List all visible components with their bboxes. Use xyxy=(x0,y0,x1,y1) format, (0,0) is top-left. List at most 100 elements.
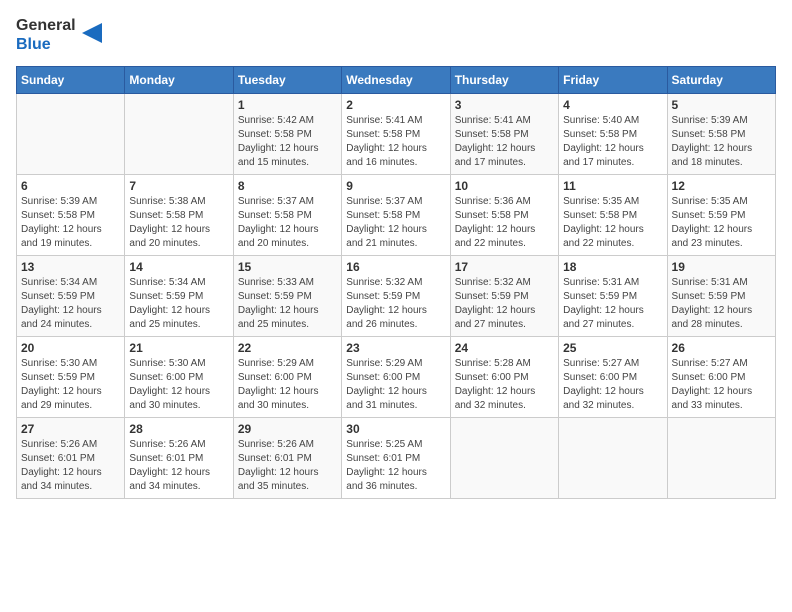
day-info: Sunrise: 5:42 AM Sunset: 5:58 PM Dayligh… xyxy=(238,114,337,170)
calendar-cell: 23 Sunrise: 5:29 AM Sunset: 6:00 PM Dayli… xyxy=(342,337,450,418)
day-info: Sunrise: 5:30 AM Sunset: 6:00 PM Dayligh… xyxy=(129,357,228,413)
day-number: 5 xyxy=(672,98,771,112)
day-number: 2 xyxy=(346,98,445,112)
day-info: Sunrise: 5:34 AM Sunset: 5:59 PM Dayligh… xyxy=(129,276,228,332)
calendar-cell xyxy=(450,418,558,499)
calendar-cell xyxy=(125,94,233,175)
day-info: Sunrise: 5:40 AM Sunset: 5:58 PM Dayligh… xyxy=(563,114,662,170)
page-header: General Blue xyxy=(16,16,776,54)
day-number: 6 xyxy=(21,179,120,193)
week-row-4: 20 Sunrise: 5:30 AM Sunset: 5:59 PM Dayli… xyxy=(17,337,776,418)
calendar-cell: 18 Sunrise: 5:31 AM Sunset: 5:59 PM Dayli… xyxy=(559,256,667,337)
day-number: 11 xyxy=(563,179,662,193)
calendar-cell: 4 Sunrise: 5:40 AM Sunset: 5:58 PM Daylig… xyxy=(559,94,667,175)
day-number: 4 xyxy=(563,98,662,112)
day-info: Sunrise: 5:41 AM Sunset: 5:58 PM Dayligh… xyxy=(346,114,445,170)
calendar-cell: 30Sunrise: 5:25 AM Sunset: 6:01 PM Dayli… xyxy=(342,418,450,499)
week-row-2: 6 Sunrise: 5:39 AM Sunset: 5:58 PM Daylig… xyxy=(17,175,776,256)
day-number: 26 xyxy=(672,341,771,355)
day-info: Sunrise: 5:26 AM Sunset: 6:01 PM Dayligh… xyxy=(21,438,120,494)
logo-arrow-icon xyxy=(82,23,102,43)
day-number: 3 xyxy=(455,98,554,112)
calendar-cell: 16Sunrise: 5:32 AM Sunset: 5:59 PM Dayli… xyxy=(342,256,450,337)
calendar-cell xyxy=(667,418,775,499)
calendar-cell: 24 Sunrise: 5:28 AM Sunset: 6:00 PM Dayli… xyxy=(450,337,558,418)
week-row-1: 1 Sunrise: 5:42 AM Sunset: 5:58 PM Daylig… xyxy=(17,94,776,175)
calendar-table: SundayMondayTuesdayWednesdayThursdayFrid… xyxy=(16,66,776,499)
day-number: 24 xyxy=(455,341,554,355)
calendar-cell: 13 Sunrise: 5:34 AM Sunset: 5:59 PM Dayli… xyxy=(17,256,125,337)
day-info: Sunrise: 5:38 AM Sunset: 5:58 PM Dayligh… xyxy=(129,195,228,251)
calendar-cell: 11 Sunrise: 5:35 AM Sunset: 5:58 PM Dayli… xyxy=(559,175,667,256)
day-number: 27 xyxy=(21,422,120,436)
calendar-cell: 21 Sunrise: 5:30 AM Sunset: 6:00 PM Dayli… xyxy=(125,337,233,418)
weekday-saturday: Saturday xyxy=(667,67,775,94)
day-info: Sunrise: 5:36 AM Sunset: 5:58 PM Dayligh… xyxy=(455,195,554,251)
calendar-cell: 6 Sunrise: 5:39 AM Sunset: 5:58 PM Daylig… xyxy=(17,175,125,256)
day-info: Sunrise: 5:27 AM Sunset: 6:00 PM Dayligh… xyxy=(672,357,771,413)
day-number: 14 xyxy=(129,260,228,274)
day-number: 21 xyxy=(129,341,228,355)
calendar-cell: 7 Sunrise: 5:38 AM Sunset: 5:58 PM Daylig… xyxy=(125,175,233,256)
calendar-cell: 28 Sunrise: 5:26 AM Sunset: 6:01 PM Dayli… xyxy=(125,418,233,499)
day-info: Sunrise: 5:33 AM Sunset: 5:59 PM Dayligh… xyxy=(238,276,337,332)
calendar-cell: 17 Sunrise: 5:32 AM Sunset: 5:59 PM Dayli… xyxy=(450,256,558,337)
day-number: 1 xyxy=(238,98,337,112)
day-info: Sunrise: 5:39 AM Sunset: 5:58 PM Dayligh… xyxy=(672,114,771,170)
day-info: Sunrise: 5:37 AM Sunset: 5:58 PM Dayligh… xyxy=(238,195,337,251)
calendar-cell: 22Sunrise: 5:29 AM Sunset: 6:00 PM Dayli… xyxy=(233,337,341,418)
calendar-cell: 19 Sunrise: 5:31 AM Sunset: 5:59 PM Dayli… xyxy=(667,256,775,337)
day-number: 28 xyxy=(129,422,228,436)
day-number: 25 xyxy=(563,341,662,355)
day-info: Sunrise: 5:29 AM Sunset: 6:00 PM Dayligh… xyxy=(238,357,337,413)
calendar-cell: 14 Sunrise: 5:34 AM Sunset: 5:59 PM Dayli… xyxy=(125,256,233,337)
calendar-cell: 3 Sunrise: 5:41 AM Sunset: 5:58 PM Daylig… xyxy=(450,94,558,175)
day-info: Sunrise: 5:27 AM Sunset: 6:00 PM Dayligh… xyxy=(563,357,662,413)
calendar-cell: 20 Sunrise: 5:30 AM Sunset: 5:59 PM Dayli… xyxy=(17,337,125,418)
calendar-cell: 15 Sunrise: 5:33 AM Sunset: 5:59 PM Dayli… xyxy=(233,256,341,337)
calendar-cell: 5 Sunrise: 5:39 AM Sunset: 5:58 PM Daylig… xyxy=(667,94,775,175)
day-info: Sunrise: 5:34 AM Sunset: 5:59 PM Dayligh… xyxy=(21,276,120,332)
calendar-cell xyxy=(17,94,125,175)
day-info: Sunrise: 5:35 AM Sunset: 5:59 PM Dayligh… xyxy=(672,195,771,251)
day-number: 7 xyxy=(129,179,228,193)
day-info: Sunrise: 5:26 AM Sunset: 6:01 PM Dayligh… xyxy=(129,438,228,494)
day-number: 17 xyxy=(455,260,554,274)
day-number: 8 xyxy=(238,179,337,193)
day-info: Sunrise: 5:39 AM Sunset: 5:58 PM Dayligh… xyxy=(21,195,120,251)
day-number: 18 xyxy=(563,260,662,274)
day-number: 12 xyxy=(672,179,771,193)
day-info: Sunrise: 5:31 AM Sunset: 5:59 PM Dayligh… xyxy=(672,276,771,332)
day-number: 23 xyxy=(346,341,445,355)
day-info: Sunrise: 5:26 AM Sunset: 6:01 PM Dayligh… xyxy=(238,438,337,494)
day-number: 13 xyxy=(21,260,120,274)
calendar-cell: 25 Sunrise: 5:27 AM Sunset: 6:00 PM Dayli… xyxy=(559,337,667,418)
day-info: Sunrise: 5:30 AM Sunset: 5:59 PM Dayligh… xyxy=(21,357,120,413)
day-number: 10 xyxy=(455,179,554,193)
weekday-tuesday: Tuesday xyxy=(233,67,341,94)
day-info: Sunrise: 5:35 AM Sunset: 5:58 PM Dayligh… xyxy=(563,195,662,251)
calendar-cell: 1 Sunrise: 5:42 AM Sunset: 5:58 PM Daylig… xyxy=(233,94,341,175)
day-number: 20 xyxy=(21,341,120,355)
day-info: Sunrise: 5:29 AM Sunset: 6:00 PM Dayligh… xyxy=(346,357,445,413)
calendar-cell: 29Sunrise: 5:26 AM Sunset: 6:01 PM Dayli… xyxy=(233,418,341,499)
day-number: 9 xyxy=(346,179,445,193)
day-info: Sunrise: 5:37 AM Sunset: 5:58 PM Dayligh… xyxy=(346,195,445,251)
day-number: 15 xyxy=(238,260,337,274)
calendar-cell: 27 Sunrise: 5:26 AM Sunset: 6:01 PM Dayli… xyxy=(17,418,125,499)
logo-text: General Blue xyxy=(16,16,76,54)
day-number: 19 xyxy=(672,260,771,274)
day-info: Sunrise: 5:31 AM Sunset: 5:59 PM Dayligh… xyxy=(563,276,662,332)
day-info: Sunrise: 5:25 AM Sunset: 6:01 PM Dayligh… xyxy=(346,438,445,494)
day-info: Sunrise: 5:41 AM Sunset: 5:58 PM Dayligh… xyxy=(455,114,554,170)
day-info: Sunrise: 5:32 AM Sunset: 5:59 PM Dayligh… xyxy=(455,276,554,332)
calendar-cell: 2 Sunrise: 5:41 AM Sunset: 5:58 PM Daylig… xyxy=(342,94,450,175)
calendar-cell: 26 Sunrise: 5:27 AM Sunset: 6:00 PM Dayli… xyxy=(667,337,775,418)
calendar-cell xyxy=(559,418,667,499)
weekday-thursday: Thursday xyxy=(450,67,558,94)
calendar-header: SundayMondayTuesdayWednesdayThursdayFrid… xyxy=(17,67,776,94)
week-row-5: 27 Sunrise: 5:26 AM Sunset: 6:01 PM Dayli… xyxy=(17,418,776,499)
weekday-wednesday: Wednesday xyxy=(342,67,450,94)
calendar-cell: 9 Sunrise: 5:37 AM Sunset: 5:58 PM Daylig… xyxy=(342,175,450,256)
day-info: Sunrise: 5:28 AM Sunset: 6:00 PM Dayligh… xyxy=(455,357,554,413)
